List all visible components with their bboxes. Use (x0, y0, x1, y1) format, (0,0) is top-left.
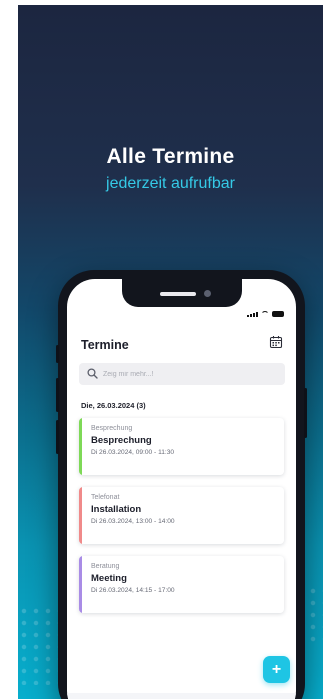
promo-title: Alle Termine (106, 145, 235, 168)
front-camera (204, 290, 211, 297)
phone-notch (122, 279, 242, 307)
calendar-icon (269, 336, 283, 349)
plus-icon: + (271, 660, 282, 678)
category-color-bar (79, 418, 82, 475)
phone-side-button (56, 345, 59, 363)
category-color-bar (79, 487, 82, 544)
calendar-button[interactable] (269, 335, 283, 349)
appointment-card[interactable]: Telefonat Installation Di 26.03.2024, 13… (79, 487, 284, 544)
appointment-name: Meeting (91, 573, 127, 584)
phone-mockup: Termine Zeig mir mehr...! Die, 26.03.202… (56, 270, 307, 699)
phone-screen: Termine Zeig mir mehr...! Die, 26.03.202… (67, 279, 296, 699)
search-input[interactable] (103, 366, 273, 382)
date-group-header: Die, 26.03.2024 (3) (81, 401, 146, 410)
appointment-category: Beratung (91, 563, 120, 570)
promo-headline: Alle Termine jederzeit aufrufbar (18, 145, 323, 193)
appointment-category: Besprechung (91, 425, 133, 432)
promo-subtitle: jederzeit aufrufbar (106, 175, 235, 192)
add-appointment-button[interactable]: + (263, 656, 290, 683)
appointment-card[interactable]: Beratung Meeting Di 26.03.2024, 14:15 - … (79, 556, 284, 613)
status-bar (247, 311, 284, 317)
phone-power-button (304, 388, 307, 438)
page-title: Termine (81, 338, 129, 352)
appointment-list: Besprechung Besprechung Di 26.03.2024, 0… (79, 418, 284, 625)
bottom-navigation (67, 693, 296, 699)
battery-icon (272, 311, 284, 317)
category-color-bar (79, 556, 82, 613)
appointment-card[interactable]: Besprechung Besprechung Di 26.03.2024, 0… (79, 418, 284, 475)
signal-icon (247, 311, 258, 317)
appointment-time: Di 26.03.2024, 14:15 - 17:00 (91, 587, 175, 594)
phone-volume-down (56, 420, 59, 454)
appointment-time: Di 26.03.2024, 09:00 - 11:30 (91, 449, 175, 456)
phone-volume-up (56, 378, 59, 412)
speaker-grille (160, 292, 196, 296)
search-icon (87, 368, 98, 379)
search-bar[interactable] (79, 363, 285, 385)
appointment-time: Di 26.03.2024, 13:00 - 14:00 (91, 518, 175, 525)
wifi-icon (261, 311, 269, 317)
promo-background: Alle Termine jederzeit aufrufbar Termine (18, 5, 323, 699)
appointment-category: Telefonat (91, 494, 120, 501)
appointment-name: Installation (91, 504, 142, 515)
appointment-name: Besprechung (91, 435, 152, 446)
